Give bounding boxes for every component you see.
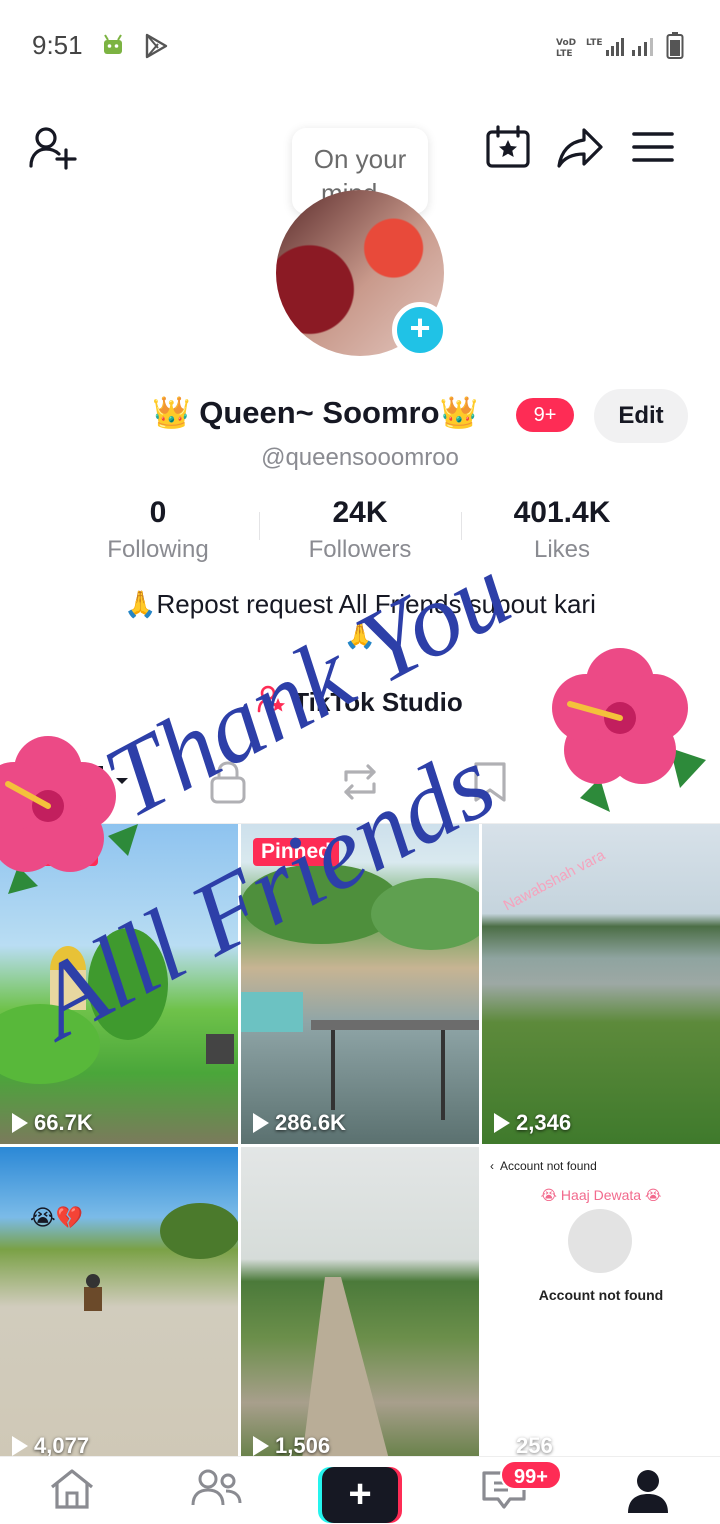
edit-profile-button[interactable]: Edit (594, 389, 688, 443)
profile-stats: 0 Following 24K Followers 401.4K Likes (58, 496, 662, 566)
stat-following-value: 0 (149, 496, 167, 529)
stat-followers-value: 24K (332, 496, 388, 529)
profile-handle: @queensooomroo (261, 444, 459, 471)
video-views: 2,346 (494, 1110, 571, 1136)
create-post-button[interactable]: + (318, 1467, 402, 1523)
video-tile[interactable]: Pinned 66.7K (0, 824, 238, 1144)
profile-tabs (0, 740, 720, 824)
studio-icon (257, 684, 287, 721)
plus-icon: + (322, 1467, 398, 1523)
calendar-star-icon[interactable] (484, 124, 532, 175)
profile-name: 👑 Queen~ Soomro👑 (152, 395, 479, 430)
field-path-thumbnail (301, 1277, 391, 1467)
svg-text:VoD: VoD (556, 38, 576, 48)
home-icon[interactable] (48, 1467, 96, 1516)
play-icon (253, 1436, 269, 1456)
share-icon[interactable] (556, 126, 604, 175)
video-tile[interactable]: 1,506 (241, 1147, 479, 1467)
view-count: 66.7K (34, 1110, 93, 1135)
view-count: 2,346 (516, 1110, 572, 1135)
play-icon (494, 1113, 510, 1133)
lake-thumbnail (241, 864, 479, 1120)
studio-label: TikTok Studio (293, 687, 463, 717)
play-icon (12, 1113, 28, 1133)
menu-icon[interactable] (632, 130, 674, 169)
bottom-nav: + (0, 1456, 720, 1524)
inbox-badge: 99+ (500, 1460, 562, 1490)
account-not-found-top-label: Account not found (500, 1159, 597, 1173)
tab-repost-icon[interactable] (338, 760, 382, 809)
profile-bio-line2: 🙏 (343, 620, 377, 650)
play-icon (253, 1113, 269, 1133)
shrine-thumbnail (0, 928, 234, 1084)
account-not-found-label: Account not found (538, 1287, 664, 1303)
play-store-icon (142, 32, 170, 65)
video-views: 286.6K (253, 1110, 346, 1136)
pinned-badge: Pinned (253, 838, 340, 866)
road-thumbnail (84, 1203, 238, 1311)
stat-likes-label: Likes (533, 536, 591, 563)
mind-prompt-line1: On your (313, 144, 407, 174)
lte-signal-icon: LTE (586, 36, 626, 63)
video-caption: Nawabshah vara (500, 846, 608, 915)
view-count: 286.6K (275, 1110, 346, 1135)
stat-following[interactable]: 0 Following (58, 496, 258, 564)
battery-icon (666, 32, 684, 65)
volte-icon: VoD LTE (556, 36, 582, 63)
video-tile[interactable]: 😭💔 4,077 (0, 1147, 238, 1467)
video-views: 66.7K (12, 1110, 93, 1136)
video-tile[interactable]: Nawabshah vara 2,346 (482, 824, 720, 1144)
back-chevron-icon: ‹ (490, 1159, 494, 1173)
play-icon (494, 1436, 510, 1456)
stat-followers[interactable]: 24K Followers (260, 496, 460, 564)
tab-private-lock-icon[interactable] (208, 760, 248, 809)
video-tile[interactable]: Pinned 286.6K (241, 824, 479, 1144)
stat-following-label: Following (107, 536, 209, 563)
stat-followers-label: Followers (308, 536, 412, 563)
status-bar: 9:51 VoD LTE LTE (0, 0, 720, 96)
tiktok-studio-link[interactable]: TikTok Studio (0, 684, 720, 721)
android-icon (100, 32, 126, 63)
signal-bars-icon (630, 36, 658, 63)
video-tile[interactable]: ‹ Account not found 😭 Haaj Dewata 😭 Accou… (482, 1147, 720, 1467)
svg-text:LTE: LTE (586, 38, 603, 48)
svg-text:LTE: LTE (556, 49, 573, 58)
play-icon (12, 1436, 28, 1456)
tab-favorites-bookmark-icon[interactable] (472, 760, 508, 809)
default-avatar (568, 1209, 632, 1273)
account-not-found-header: ‹ Account not found (490, 1159, 597, 1173)
tab-videos[interactable] (70, 758, 136, 807)
friends-icon[interactable] (190, 1467, 244, 1516)
profile-bio: 🙏Repost request All Friends supout kari (124, 589, 596, 619)
stat-likes-value: 401.4K (513, 496, 611, 529)
status-time: 9:51 (32, 30, 83, 60)
add-friend-icon[interactable] (28, 124, 78, 177)
profile-icon[interactable] (624, 1467, 672, 1520)
add-story-icon[interactable]: + (392, 302, 448, 358)
pinned-badge: Pinned (12, 838, 99, 866)
stat-likes[interactable]: 401.4K Likes (462, 496, 662, 564)
pink-caption: 😭 Haaj Dewata 😭 (540, 1187, 662, 1203)
notification-badge[interactable]: 9+ (516, 398, 574, 432)
